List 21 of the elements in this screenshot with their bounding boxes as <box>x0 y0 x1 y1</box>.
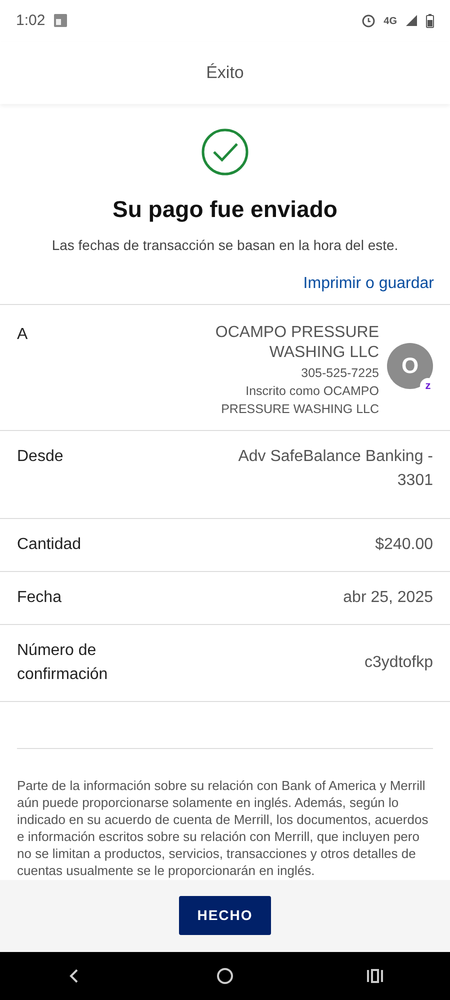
disclaimer-text: Parte de la información sobre su relación con Bank of America y Merrill aún puede proporcionarse solamente en inglés. Además, según lo indicado en su acuerdo de cuenta de Merrill, los documentos, acuerdos e información escritos sobre su relación con Merrill, que incluyen pero no se limitan a productos, servicios, transacciones y otros detalles de cuentas usualmente se le proporcionarán en inglés. <box>16 777 430 880</box>
recipient-name: OCAMPO PRESSURE WASHING LLC <box>214 322 379 364</box>
row-label: Fecha <box>17 588 62 608</box>
result-title: Su pago fue enviado <box>112 195 338 224</box>
done-button[interactable]: HECHO <box>179 896 271 935</box>
row-value: Adv SafeBalance Banking - 3301 <box>237 447 433 492</box>
status-time: 1:02 <box>16 10 46 31</box>
network-label: 4G <box>384 14 397 28</box>
success-check-icon <box>201 128 249 176</box>
print-link[interactable]: Imprimir o guardar <box>303 272 434 296</box>
row-label: Cantidad <box>17 535 82 556</box>
row-label: Desde <box>17 447 64 468</box>
recipient-phone: 305-525-7225 <box>301 365 379 382</box>
row-label: A <box>17 324 29 344</box>
row-value: c3ydtofkp <box>364 653 433 674</box>
recipient-enrolled-text: Inscrito como OCAMPO PRESSURE WASHING LLC <box>220 383 379 418</box>
result-subtitle: Las fechas de transacción se basan en la hora del este. <box>52 236 398 254</box>
screen-title: Éxito <box>206 62 244 84</box>
row-label: Número de confirmación <box>17 641 109 686</box>
row-value: $240.00 <box>375 535 433 556</box>
row-value: abr 25, 2025 <box>343 588 433 608</box>
